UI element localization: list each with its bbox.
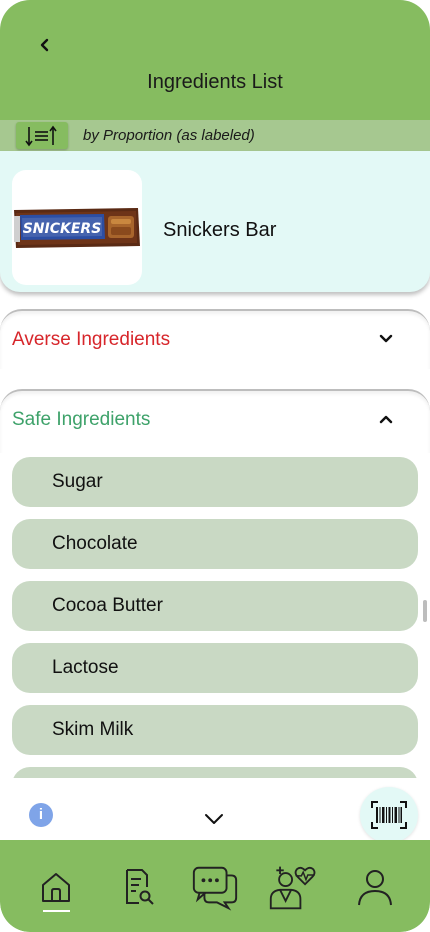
nav-profile[interactable] — [350, 862, 400, 912]
sort-icon — [25, 125, 57, 146]
scrollbar[interactable] — [423, 600, 427, 622]
chevron-down-icon[interactable] — [203, 812, 225, 826]
barcode-scan-icon — [371, 801, 407, 829]
page-title: Ingredients List — [147, 71, 283, 93]
document-search-icon — [126, 869, 154, 905]
nav-search-documents[interactable] — [113, 862, 163, 912]
chat-icon — [192, 866, 238, 911]
safe-ingredients-section[interactable]: Safe Ingredients — [0, 389, 430, 453]
sort-label: by Proportion (as labeled) — [83, 127, 255, 144]
home-icon — [42, 873, 70, 902]
safe-ingredients-title: Safe Ingredients — [12, 409, 151, 430]
averse-ingredients-section[interactable]: Averse Ingredients — [0, 309, 430, 369]
bottom-nav — [0, 840, 430, 932]
back-button[interactable] — [32, 32, 58, 58]
ingredient-item-partial[interactable] — [12, 767, 418, 778]
doctor-icon — [269, 866, 316, 910]
ingredient-item[interactable]: Chocolate — [12, 519, 418, 569]
chevron-up-icon[interactable] — [378, 411, 394, 427]
app-screen: Ingredients List by Proportion (as label… — [0, 0, 430, 932]
nav-doctor[interactable] — [268, 862, 318, 912]
sort-button[interactable] — [16, 122, 68, 149]
header: Ingredients List — [0, 0, 430, 120]
nav-active-indicator — [43, 910, 70, 912]
ingredient-item[interactable]: Lactose — [12, 643, 418, 693]
sort-bar: by Proportion (as labeled) — [0, 120, 430, 151]
profile-icon — [358, 870, 392, 906]
ingredient-item[interactable]: Skim Milk — [12, 705, 418, 755]
nav-home[interactable] — [31, 862, 81, 912]
nav-chat[interactable] — [190, 862, 240, 912]
averse-ingredients-title: Averse Ingredients — [12, 329, 171, 350]
scan-barcode-button[interactable] — [360, 787, 418, 843]
chevron-down-icon[interactable] — [378, 331, 394, 347]
ingredient-item[interactable]: Cocoa Butter — [12, 581, 418, 631]
chevron-left-icon — [40, 38, 49, 52]
product-card: SNICKERS Snickers Bar — [0, 151, 430, 292]
safe-ingredient-list[interactable]: Sugar Chocolate Cocoa Butter Lactose Ski… — [0, 453, 430, 778]
product-image: SNICKERS — [12, 170, 142, 285]
product-name: Snickers Bar — [163, 219, 277, 241]
info-icon[interactable]: i — [29, 803, 53, 827]
ingredient-item[interactable]: Sugar — [12, 457, 418, 507]
product-brand-logo: SNICKERS — [23, 221, 102, 237]
